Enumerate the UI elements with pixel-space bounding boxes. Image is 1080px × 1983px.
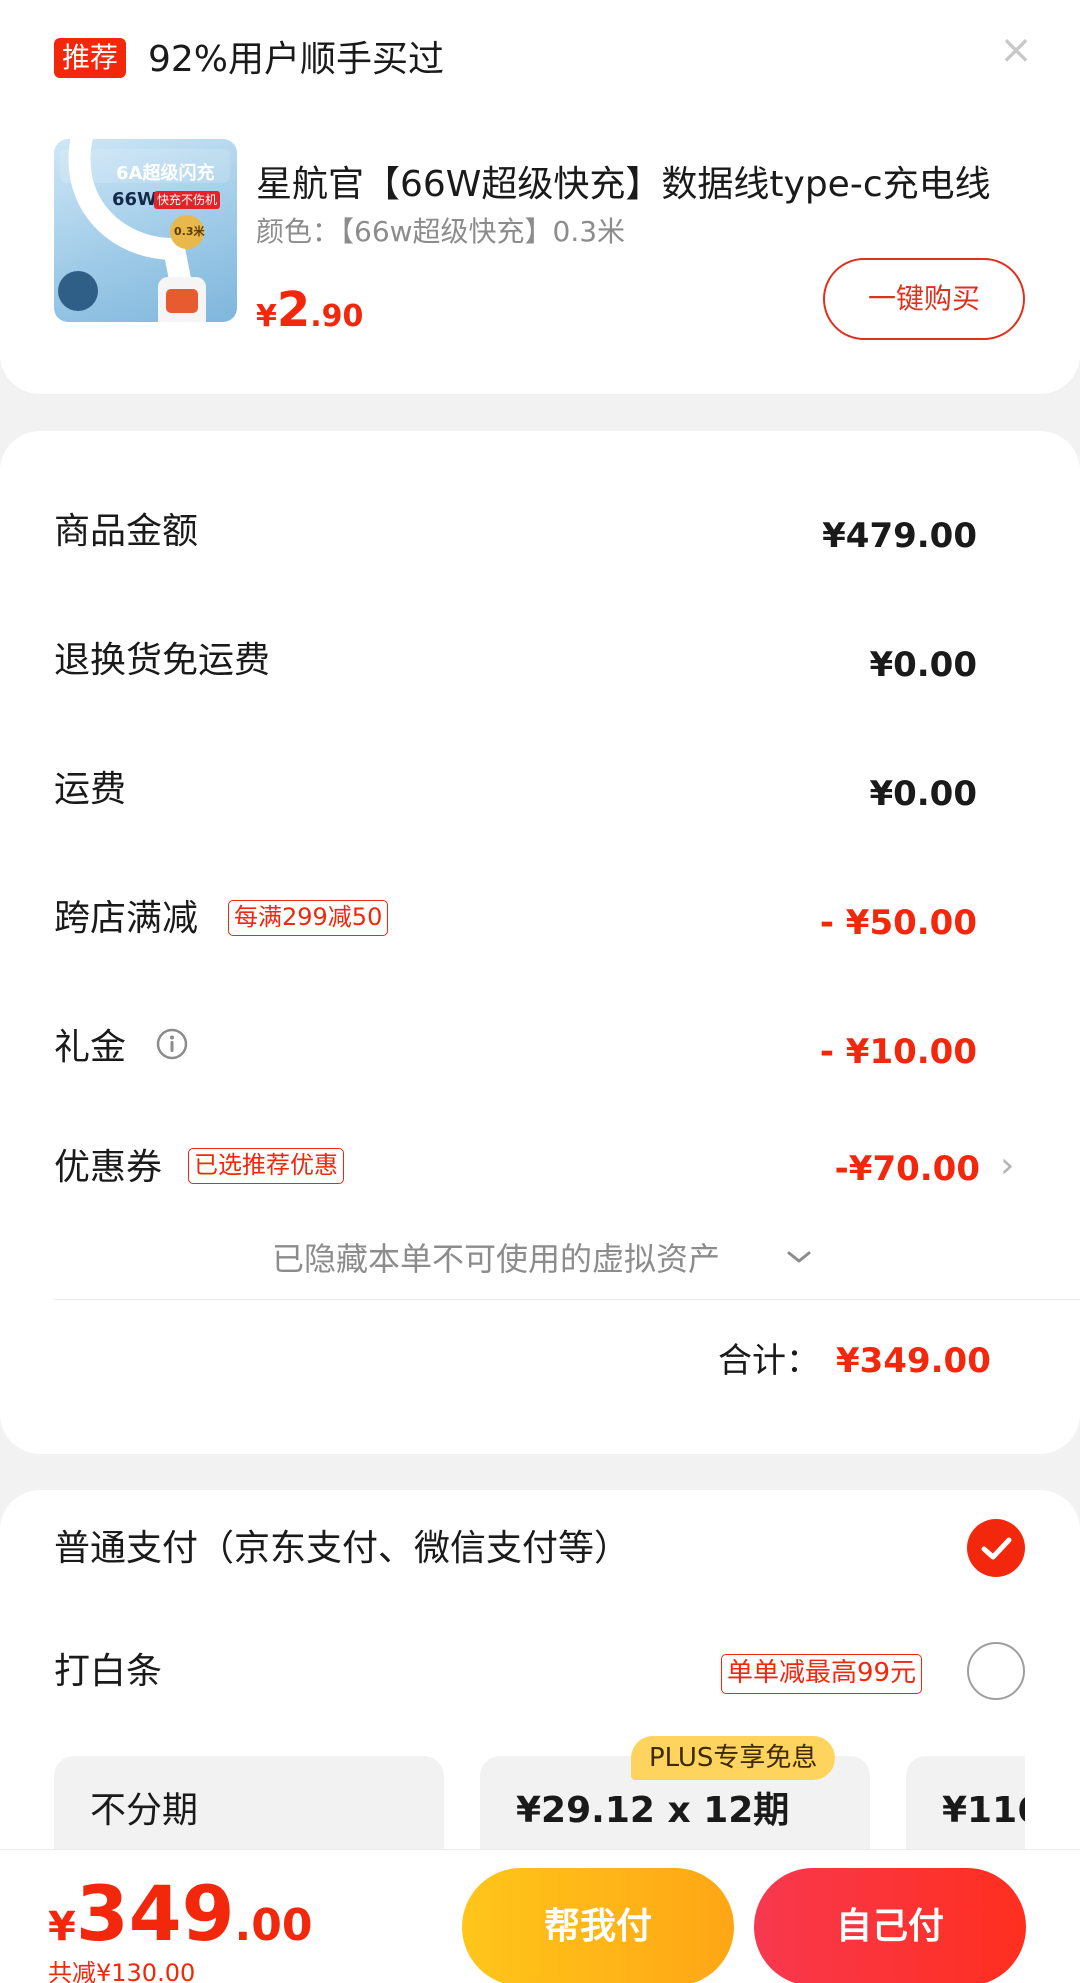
row-value-gift-money: - ¥10.00 bbox=[819, 1032, 977, 1072]
installment-label: 不分期 bbox=[90, 1790, 199, 1831]
row-label-return-shipping: 退换货免运费 bbox=[54, 640, 271, 681]
close-icon[interactable]: × bbox=[996, 30, 1036, 70]
recommend-title: 92%用户顺手买过 bbox=[148, 39, 445, 80]
product-image-power: 66W bbox=[112, 189, 157, 210]
pay-myself-button[interactable]: 自己付 bbox=[754, 1868, 1026, 1983]
chevron-down-icon[interactable] bbox=[784, 1239, 814, 1275]
final-price-integer: 349 bbox=[75, 1869, 235, 1958]
row-value-goods-amount: ¥479.00 bbox=[822, 516, 977, 556]
installment-label: ¥29.12 x 12期 bbox=[516, 1790, 790, 1831]
product-image-headline: 6A超级闪充 bbox=[116, 163, 215, 184]
plus-interest-free-badge: PLUS专享免息 bbox=[631, 1736, 836, 1780]
price-integer: 2 bbox=[276, 282, 311, 338]
product-name[interactable]: 星航官【66W超级快充】数据线type-c充电线 bbox=[256, 160, 1016, 210]
bottom-checkout-bar: ¥349.00 共减¥130.00 帮我付 自己付 bbox=[0, 1849, 1080, 1983]
info-icon[interactable] bbox=[156, 1028, 188, 1060]
one-click-buy-button[interactable]: 一键购买 bbox=[823, 258, 1025, 340]
chevron-right-icon[interactable]: › bbox=[1000, 1141, 1014, 1191]
divider bbox=[54, 1299, 1080, 1300]
normal-payment-label[interactable]: 普通支付（京东支付、微信支付等） bbox=[54, 1524, 630, 1574]
hidden-assets-toggle[interactable]: 已隐藏本单不可使用的虚拟资产 bbox=[272, 1236, 720, 1282]
amount-card: 商品金额 ¥479.00 退换货免运费 ¥0.00 运费 ¥0.00 跨店满减 … bbox=[0, 431, 1080, 1454]
row-value-shipping: ¥0.00 bbox=[869, 774, 977, 814]
total-label: 合计： bbox=[718, 1341, 820, 1381]
product-image[interactable]: 6A超级闪充 66W 快充不伤机 0.3米 bbox=[54, 139, 237, 322]
product-image-badge: 快充不伤机 bbox=[154, 191, 221, 209]
price-decimal: .90 bbox=[310, 299, 364, 334]
row-value-cross-store-discount: - ¥50.00 bbox=[819, 903, 977, 943]
installment-label: ¥116 bbox=[942, 1790, 1025, 1831]
product-image-length: 0.3米 bbox=[174, 225, 205, 238]
row-label-shipping: 运费 bbox=[54, 769, 127, 810]
coupon-recommended-tag: 已选推荐优惠 bbox=[188, 1148, 344, 1184]
row-label-coupon[interactable]: 优惠券 bbox=[54, 1143, 162, 1193]
cross-store-discount-tag: 每满299减50 bbox=[228, 900, 389, 936]
price-currency: ¥ bbox=[256, 299, 277, 334]
row-label-goods-amount: 商品金额 bbox=[54, 511, 199, 552]
row-label-gift-money: 礼金 bbox=[54, 1027, 127, 1068]
recommendation-card: 推荐 92%用户顺手买过 × 6A超级闪充 66W 快充不伤机 0.3米 星航官… bbox=[0, 0, 1080, 394]
normal-payment-radio[interactable] bbox=[967, 1519, 1025, 1577]
baitiao-label[interactable]: 打白条 bbox=[54, 1647, 162, 1697]
row-label-cross-store-discount: 跨店满减 bbox=[54, 898, 199, 939]
baitiao-radio[interactable] bbox=[967, 1642, 1025, 1700]
row-value-coupon[interactable]: -¥70.00 bbox=[835, 1144, 980, 1194]
row-value-return-shipping: ¥0.00 bbox=[869, 645, 977, 685]
final-price: ¥349.00 bbox=[48, 1872, 312, 1956]
checkmark-icon bbox=[981, 1537, 1012, 1560]
product-spec: 颜色：【66w超级快充】0.3米 bbox=[256, 215, 626, 248]
pay-for-me-button[interactable]: 帮我付 bbox=[462, 1868, 734, 1983]
baitiao-discount-tag: 单单减最高99元 bbox=[721, 1654, 923, 1694]
product-price: ¥2.90 bbox=[256, 280, 363, 351]
total-value: ¥349.00 bbox=[836, 1341, 991, 1381]
final-price-currency: ¥ bbox=[48, 1904, 76, 1950]
recommend-tag: 推荐 bbox=[54, 38, 127, 78]
total-saved: 共减¥130.00 bbox=[48, 1959, 196, 1983]
final-price-decimal: .00 bbox=[234, 1900, 313, 1951]
